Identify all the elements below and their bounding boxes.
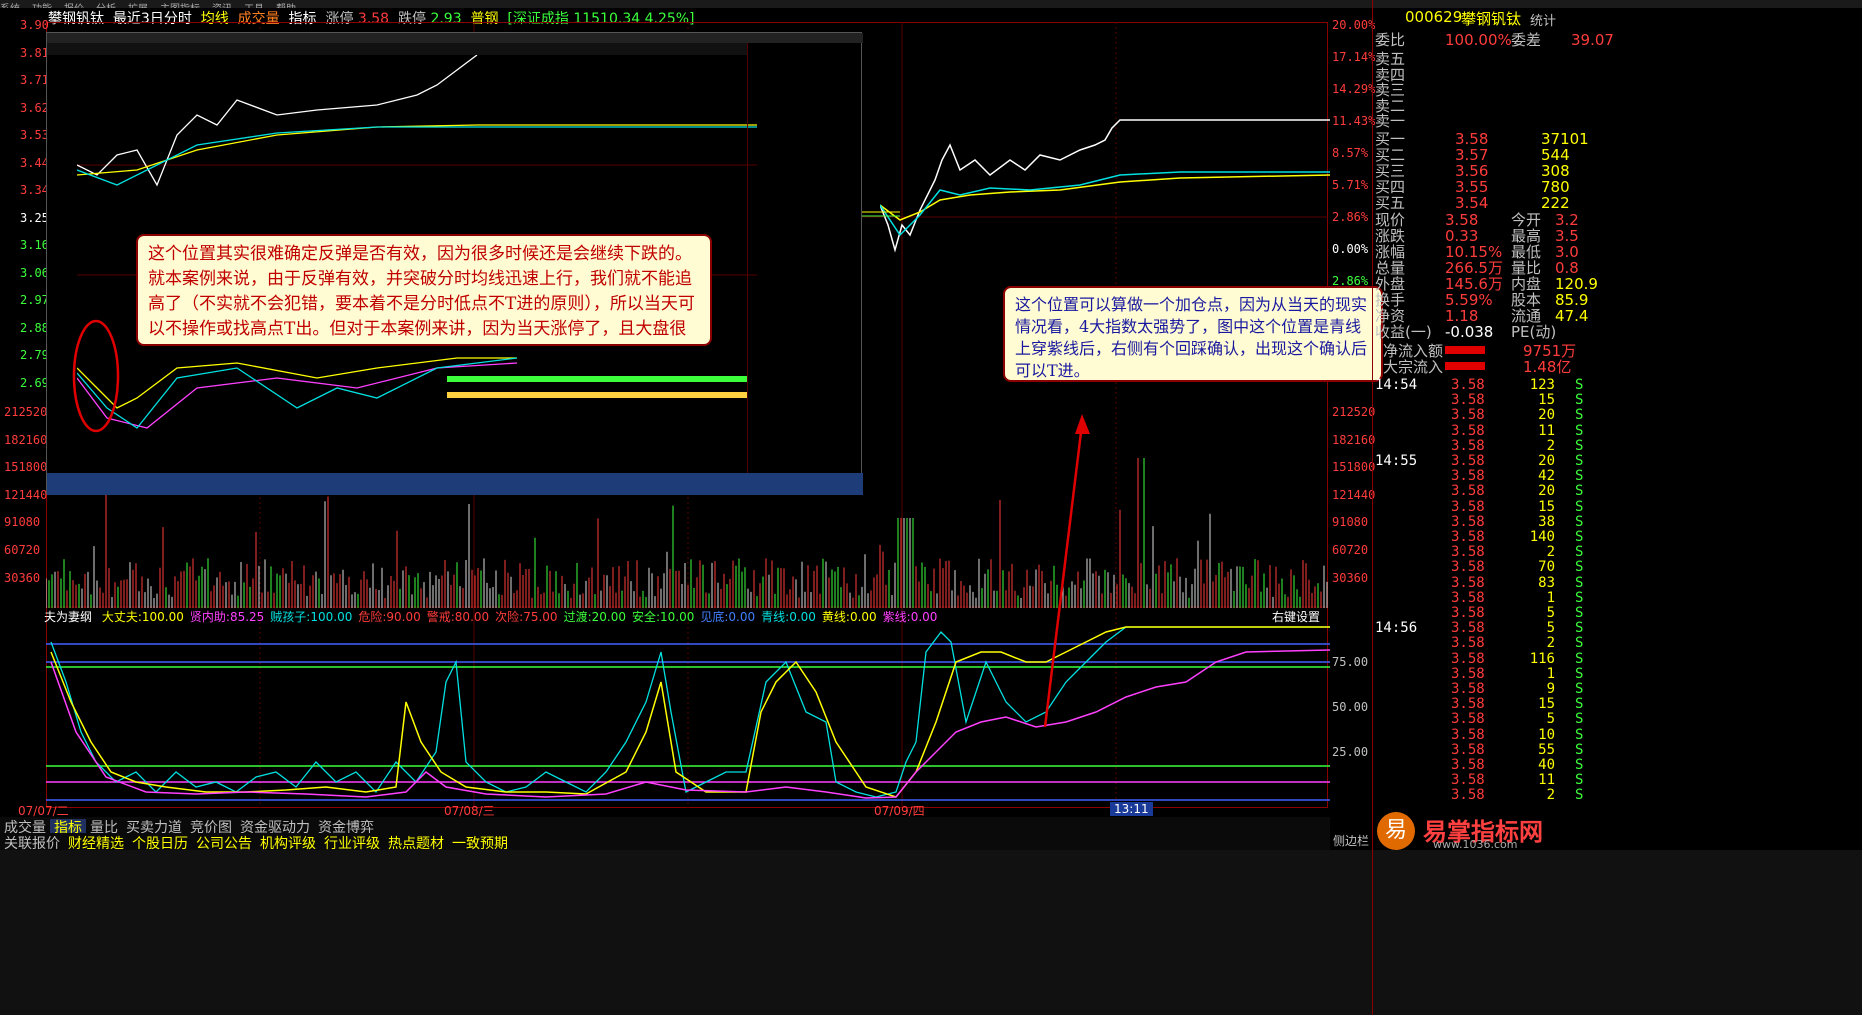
stock-code: 000629	[1405, 8, 1463, 26]
oscillator-chart	[46, 622, 1331, 804]
pct-tick-label: 5.71%	[1332, 178, 1369, 192]
price-tick-label: 2.79	[20, 348, 49, 362]
vol-tick-label: 91080	[1332, 515, 1369, 530]
stat-label: 收益(一)	[1375, 323, 1432, 341]
stat-value: -0.038	[1445, 323, 1494, 341]
flow-row-2: 大宗流入 1.48亿	[1383, 358, 1572, 376]
price-tick-label: 3.81	[20, 45, 49, 60]
vol-tick-label: 60720	[1332, 543, 1369, 557]
stat-row: 收益(一) -0.038 PE(动)	[1375, 323, 1862, 341]
quote-panel: 000629 攀钢钒钛 委比 100.00% 委差 39.07 卖五 卖四 卖三 卖二…	[1333, 0, 1862, 1015]
weibi-row: 委比 100.00% 委差 39.07	[1375, 31, 1614, 49]
date-axis: 07/07/二 07/08/三 07/09/四 13:11	[0, 802, 1330, 818]
vol-tick-label: 91080	[4, 515, 41, 530]
sell-row: 卖一	[1375, 112, 1406, 130]
price-tick-label: 3.25	[20, 210, 49, 225]
pct-tick-label: 2.86%	[1332, 210, 1369, 224]
watermark-logo: 易	[1377, 812, 1415, 850]
price-tick-label: 2.69	[20, 375, 49, 390]
watermark: 易 易掌指标网 www.1036.com	[1373, 812, 1573, 854]
pct-tick-label: 8.57%	[1332, 146, 1369, 160]
price-tick-label: 3.06	[20, 265, 49, 280]
tick-row: 3.58 2 S	[1375, 786, 1862, 804]
price-tick-label: 2.88	[20, 320, 49, 335]
vol-tick-label: 212520	[1332, 405, 1376, 419]
buy-label: 买五	[1375, 194, 1406, 212]
bottom-tabs-2: 关联报价 财经精选 个股日历 公司公告 机构评级 行业评级 热点题材 一致预期	[0, 833, 1330, 852]
quote-header: 000629 攀钢钒钛	[1373, 8, 1862, 30]
price-tick-label: 3.34	[20, 183, 49, 197]
buy-price: 3.54	[1455, 194, 1489, 212]
osc-tick-label: 50.00	[1332, 700, 1369, 714]
stock-title: 攀钢钒钛	[1461, 10, 1522, 28]
vol-tick-label: 121440	[4, 487, 48, 502]
vol-tick-label: 182160	[1332, 432, 1376, 447]
pct-tick-label: 17.14%	[1332, 50, 1376, 64]
annotation-callout-1: 这个位置其实很难确定反弹是否有效，因为很多时候还是会继续下跌的。就本案例来说，由…	[136, 234, 712, 346]
price-tick-label: 3.62	[20, 100, 49, 115]
vol-tick-label: 151800	[1332, 460, 1376, 475]
osc-tick-label: 25.00	[1332, 745, 1369, 759]
side-label[interactable]: 侧边栏	[1333, 832, 1369, 849]
pct-tick-label: 11.43%	[1332, 114, 1376, 128]
price-tick-label: 2.97	[20, 293, 49, 307]
annotation-arrow	[1043, 414, 1090, 728]
price-tick-label: 3.53	[20, 128, 49, 142]
pct-tick-label: 20.00%	[1332, 18, 1376, 32]
tick-price: 3.58	[1451, 787, 1485, 804]
tick-volume: 2	[1546, 787, 1555, 804]
vol-tick-label: 151800	[4, 460, 48, 475]
vol-tick-label: 30360	[1332, 570, 1369, 585]
vol-tick-label: 121440	[1332, 487, 1376, 502]
time-marker: 13:11	[1110, 802, 1153, 816]
vol-tick-label: 212520	[4, 405, 48, 419]
osc-axis-right: 75.00 50.00 25.00	[1330, 655, 1374, 775]
vol-tick-label: 182160	[4, 432, 48, 447]
watermark-url: www.1036.com	[1433, 838, 1518, 851]
buy-row: 买五 3.54 222	[1375, 194, 1862, 212]
price-tick-label: 3.90	[20, 18, 49, 32]
highlight-ellipse	[72, 319, 120, 433]
vol-axis-left: 212520 182160 151800 121440 91080 60720 30360	[0, 405, 48, 605]
price-tick-label: 3.16	[20, 238, 49, 252]
price-tick-label: 3.44	[20, 155, 49, 170]
intraday-price-chart	[879, 100, 1331, 290]
price-axis-left: 3.90 3.81 3.71 3.62 3.53 3.44 3.34 3.25 3.16 3.06…	[0, 18, 49, 398]
vol-tick-label: 30360	[4, 570, 41, 585]
buy-volume: 222	[1541, 194, 1570, 212]
price-tick-label: 3.71	[20, 73, 49, 87]
pct-tick-label: 14.29%	[1332, 82, 1376, 96]
stat-label: PE(动)	[1511, 323, 1557, 341]
tick-side: S	[1575, 787, 1584, 804]
pct-tick-label: 0.00%	[1332, 242, 1369, 256]
osc-tick-label: 75.00	[1332, 655, 1369, 669]
annotation-callout-2: 这个位置可以算做一个加仓点，因为从当天的现实情况看，4大指数太强势了，图中这个位…	[1003, 286, 1383, 382]
vol-axis-right: 212520 182160 151800 121440 91080 60720 30360	[1330, 405, 1376, 605]
menu-item[interactable]: 系统	[0, 4, 20, 8]
vol-tick-label: 60720	[4, 543, 41, 557]
